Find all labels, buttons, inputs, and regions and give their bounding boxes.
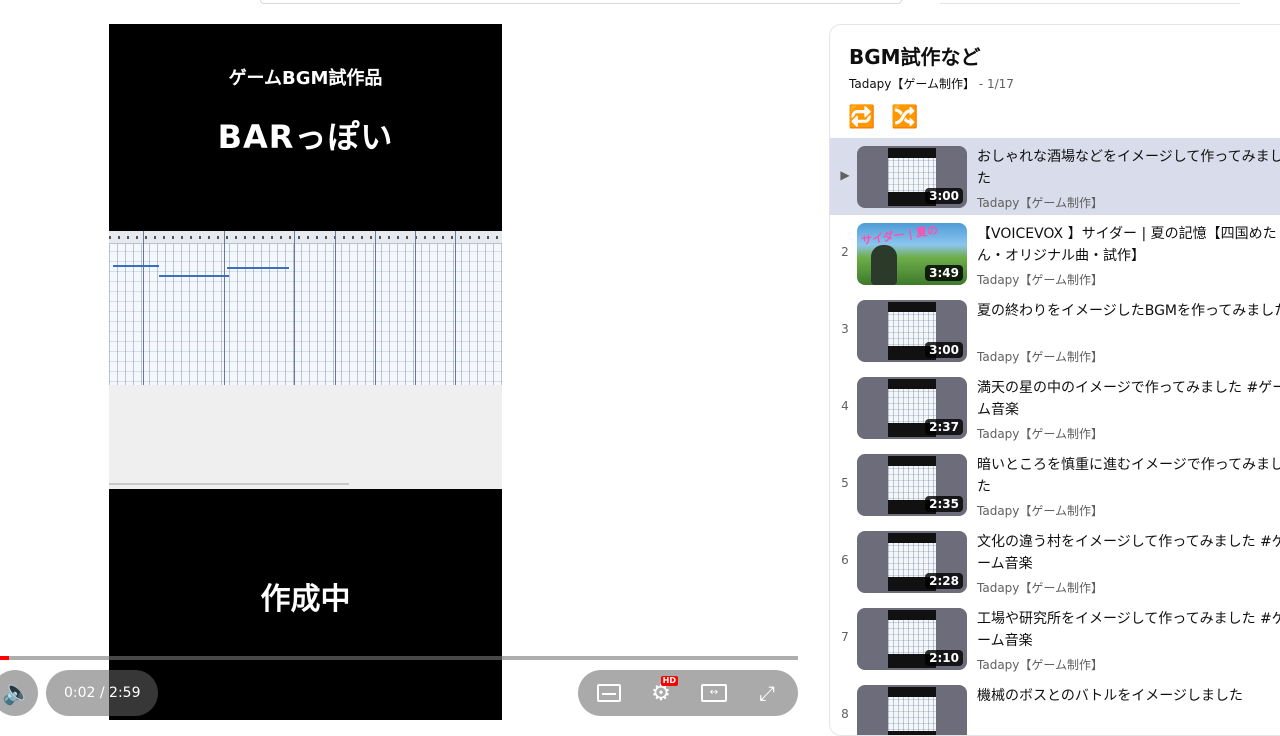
playlist-item-title[interactable]: おしゃれな酒場などをイメージして作ってみました xyxy=(977,146,1280,190)
video-overlay-status: 作成中 xyxy=(260,582,351,617)
playlist-item-channel: Tadapy【ゲーム制作】 xyxy=(977,504,1104,518)
search-bar-edge xyxy=(260,0,902,4)
playlist-item-index: 3 xyxy=(841,322,849,336)
duration-badge: 2:37 xyxy=(925,419,963,435)
video-thumbnail[interactable]: 2:37 xyxy=(857,377,967,439)
hd-badge: HD xyxy=(660,676,678,686)
playlist-title[interactable]: BGM試作など xyxy=(849,41,981,70)
video-thumbnail[interactable]: サイダー | 夏の 3:49 xyxy=(857,223,967,285)
thumbnail-caption: サイダー | 夏の xyxy=(860,223,939,248)
fullscreen-icon: ⤢ xyxy=(759,681,775,705)
playlist-item-index: 7 xyxy=(841,630,849,644)
playlist-item-channel: Tadapy【ゲーム制作】 xyxy=(977,350,1104,364)
progress-fill xyxy=(0,656,9,660)
playlist-item-title[interactable]: 【VOICEVOX 】サイダー | 夏の記憶【四国めたん・オリジナル曲・試作】 xyxy=(977,223,1280,267)
daw-scrollbar xyxy=(109,483,349,485)
header-edge xyxy=(940,0,1240,4)
piano-roll-grid xyxy=(109,231,502,385)
shuffle-button[interactable]: 🔀 xyxy=(887,101,923,133)
playlist-item-index: 4 xyxy=(841,399,849,413)
playlist-item-title[interactable]: 満天の星の中のイメージで作ってみました #ゲーム音楽 xyxy=(977,377,1280,421)
duration-badge: 3:00 xyxy=(925,342,963,358)
playlist-item-channel: Tadapy【ゲーム制作】 xyxy=(977,273,1104,287)
volume-button[interactable]: 🔈 xyxy=(0,670,38,716)
playlist-item-title[interactable]: 夏の終わりをイメージしたBGMを作ってみました xyxy=(977,300,1280,344)
video-thumbnail[interactable]: 3:00 xyxy=(857,146,967,208)
playlist-item-channel: Tadapy【ゲーム制作】 xyxy=(977,196,1104,210)
fullscreen-button[interactable]: ⤢ xyxy=(744,670,790,716)
playlist-subtitle: Tadapy【ゲーム制作】 - 1/17 xyxy=(849,75,1014,92)
volume-icon: 🔈 xyxy=(2,678,32,706)
duration-badge: 3:00 xyxy=(925,188,963,204)
duration-badge: 2:10 xyxy=(925,650,963,666)
playlist-item[interactable]: 5 2:35 暗いところを慎重に進むイメージで作ってみました Tadapy【ゲーム制作… xyxy=(830,446,1280,523)
video-thumbnail[interactable]: 2:28 xyxy=(857,531,967,593)
theater-button[interactable]: ↔ xyxy=(691,670,737,716)
duration-badge: 2:28 xyxy=(925,573,963,589)
playlist-item-title[interactable]: 文化の違う村をイメージして作ってみました #ゲーム音楽 xyxy=(977,531,1280,575)
playlist-item-index: 5 xyxy=(841,476,849,490)
playlist-item-index: 8 xyxy=(841,707,849,721)
playlist-position: - 1/17 xyxy=(975,77,1014,91)
duration-badge: 3:49 xyxy=(925,265,963,281)
playlist-channel[interactable]: Tadapy【ゲーム制作】 xyxy=(849,77,975,91)
video-overlay-subtitle: ゲームBGM試作品 xyxy=(228,68,383,89)
playlist-item[interactable]: 8機械のボスとのバトルをイメージしましたTadapy【ゲーム制作】 xyxy=(830,677,1280,735)
playlist-item[interactable]: ▶ 3:00 おしゃれな酒場などをイメージして作ってみました Tadapy【ゲーム制作… xyxy=(830,138,1280,215)
playlist-item-title[interactable]: 工場や研究所をイメージして作ってみました #ゲーム音楽 xyxy=(977,608,1280,652)
video-thumbnail[interactable]: 3:00 xyxy=(857,300,967,362)
playlist-item-title[interactable]: 暗いところを慎重に進むイメージで作ってみました xyxy=(977,454,1280,498)
subtitles-button[interactable] xyxy=(586,670,632,716)
video-thumbnail[interactable] xyxy=(857,685,967,735)
loop-icon: 🔁 xyxy=(848,104,876,130)
video-overlay-title: BARっぽい xyxy=(217,118,394,156)
theater-icon: ↔ xyxy=(701,684,727,702)
now-playing-indicator: ▶ xyxy=(840,168,850,182)
playlist-item-channel: Tadapy【ゲーム制作】 xyxy=(977,427,1104,441)
playlist-item-channel: Tadapy【ゲーム制作】 xyxy=(977,658,1104,672)
thumbnail-character xyxy=(871,245,897,285)
duration-badge: 2:35 xyxy=(925,496,963,512)
playlist-item-title[interactable]: 機械のボスとのバトルをイメージしました xyxy=(977,685,1280,729)
playlist-item[interactable]: 3 3:00 夏の終わりをイメージしたBGMを作ってみました Tadapy【ゲーム制作… xyxy=(830,292,1280,369)
playlist-item[interactable]: 2 サイダー | 夏の 3:49 【VOICEVOX 】サイダー | 夏の記憶【四国め… xyxy=(830,215,1280,292)
playlist-item[interactable]: 6 2:28 文化の違う村をイメージして作ってみました #ゲーム音楽 Tadapy【ゲ… xyxy=(830,523,1280,600)
playlist-item-index: 6 xyxy=(841,553,849,567)
progress-bar[interactable] xyxy=(0,656,798,660)
playlist-item[interactable]: 4 2:37 満天の星の中のイメージで作ってみました #ゲーム音楽 Tadapy【ゲー… xyxy=(830,369,1280,446)
time-display: 0:02 / 2:59 xyxy=(46,670,158,716)
playlist-item-channel: Tadapy【ゲーム制作】 xyxy=(977,581,1104,595)
piano-roll-header xyxy=(109,231,502,244)
player-controls-right: ⚙ HD ↔ ⤢ xyxy=(578,670,798,716)
subtitles-icon xyxy=(597,684,621,702)
video-player[interactable]: ゲームBGM試作品 BARっぽい 作成中 xyxy=(109,24,502,720)
video-thumbnail[interactable]: 2:10 xyxy=(857,608,967,670)
playlist-item-index: 2 xyxy=(841,245,849,259)
daw-screenshot xyxy=(109,231,502,489)
shuffle-icon: 🔀 xyxy=(891,104,919,130)
video-thumbnail[interactable]: 2:35 xyxy=(857,454,967,516)
loop-button[interactable]: 🔁 xyxy=(844,101,880,133)
settings-button[interactable]: ⚙ HD xyxy=(638,670,684,716)
playlist-panel: BGM試作など Tadapy【ゲーム制作】 - 1/17 🔁 🔀 ▶ 3:00 おし… xyxy=(829,24,1280,736)
playlist-item[interactable]: 7 2:10 工場や研究所をイメージして作ってみました #ゲーム音楽 Tadapy【ゲ… xyxy=(830,600,1280,677)
